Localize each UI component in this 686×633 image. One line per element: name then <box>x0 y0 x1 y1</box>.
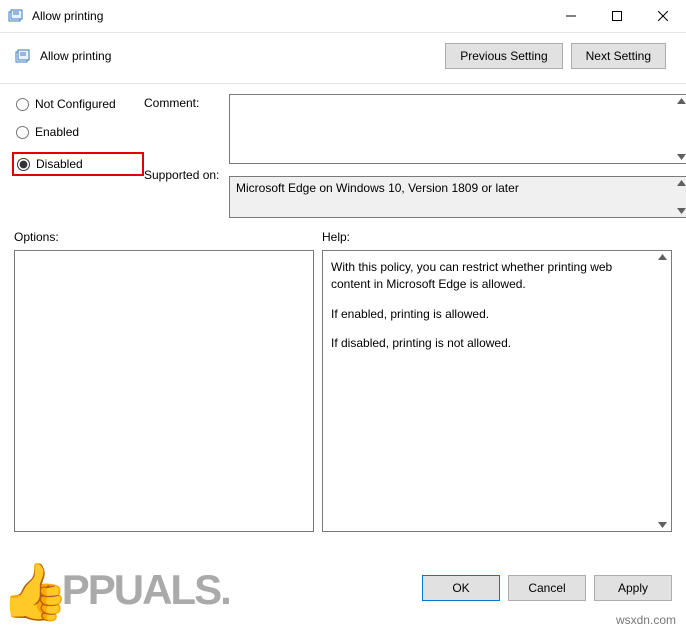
ok-button[interactable]: OK <box>422 575 500 601</box>
close-button[interactable] <box>640 0 686 32</box>
watermark-right: wsxdn.com <box>616 613 676 627</box>
scroll-up-icon <box>677 180 686 186</box>
help-label: Help: <box>322 230 672 244</box>
titlebar: Allow printing <box>0 0 686 33</box>
policy-header: Allow printing Previous Setting Next Set… <box>0 33 686 73</box>
help-paragraph: If enabled, printing is allowed. <box>331 306 647 323</box>
maximize-button[interactable] <box>594 0 640 32</box>
radio-disabled-input[interactable] <box>17 158 30 171</box>
apply-button[interactable]: Apply <box>594 575 672 601</box>
options-label: Options: <box>14 230 322 244</box>
policy-icon <box>14 47 32 65</box>
help-panel[interactable]: With this policy, you can restrict wheth… <box>322 250 672 532</box>
radio-not-configured[interactable]: Not Configured <box>14 96 144 112</box>
watermark-brand: PPUALS. <box>62 566 230 614</box>
comment-label: Comment: <box>144 96 229 110</box>
radio-disabled[interactable]: Disabled <box>15 156 85 172</box>
dialog-footer: OK Cancel Apply <box>422 575 672 601</box>
radio-not-configured-input[interactable] <box>16 98 29 111</box>
comment-value <box>230 95 686 103</box>
scroll-up-icon <box>677 98 686 104</box>
supported-scrollbar[interactable] <box>673 177 686 217</box>
previous-setting-button[interactable]: Previous Setting <box>445 43 562 69</box>
comment-textbox[interactable] <box>229 94 686 164</box>
thumbs-up-icon: 👍 <box>0 559 68 625</box>
window-controls <box>548 0 686 32</box>
help-paragraph: If disabled, printing is not allowed. <box>331 335 647 352</box>
help-paragraph: With this policy, you can restrict wheth… <box>331 259 647 294</box>
radio-not-configured-label: Not Configured <box>35 97 116 111</box>
options-panel[interactable] <box>14 250 314 532</box>
divider <box>0 83 686 84</box>
field-boxes: Microsoft Edge on Windows 10, Version 18… <box>229 92 686 218</box>
watermark-left: 👍 PPUALS. <box>0 557 230 623</box>
supported-on-label: Supported on: <box>144 168 229 182</box>
scroll-up-icon <box>658 254 667 260</box>
next-setting-button[interactable]: Next Setting <box>571 43 666 69</box>
window-title: Allow printing <box>32 9 548 23</box>
lower-labels: Options: Help: <box>0 230 686 244</box>
supported-on-value: Microsoft Edge on Windows 10, Version 18… <box>230 177 686 199</box>
help-scrollbar[interactable] <box>654 251 671 531</box>
policy-name: Allow printing <box>40 49 445 63</box>
cancel-button[interactable]: Cancel <box>508 575 586 601</box>
radio-enabled-input[interactable] <box>16 126 29 139</box>
scroll-down-icon <box>677 208 686 214</box>
settings-grid: Not Configured Enabled Disabled Comment:… <box>0 92 686 218</box>
lower-panels: With this policy, you can restrict wheth… <box>0 244 686 532</box>
minimize-button[interactable] <box>548 0 594 32</box>
radio-enabled-label: Enabled <box>35 125 79 139</box>
radio-disabled-label: Disabled <box>36 157 83 171</box>
options-content <box>15 251 313 267</box>
scroll-down-icon <box>677 154 686 160</box>
comment-scrollbar[interactable] <box>673 95 686 163</box>
supported-on-textbox: Microsoft Edge on Windows 10, Version 18… <box>229 176 686 218</box>
help-content: With this policy, you can restrict wheth… <box>323 251 671 373</box>
highlight-box: Disabled <box>12 152 144 176</box>
scroll-down-icon <box>658 522 667 528</box>
radio-enabled[interactable]: Enabled <box>14 124 144 140</box>
state-radio-group: Not Configured Enabled Disabled <box>14 92 144 218</box>
app-icon <box>8 8 24 24</box>
field-labels: Comment: Supported on: <box>144 92 229 218</box>
